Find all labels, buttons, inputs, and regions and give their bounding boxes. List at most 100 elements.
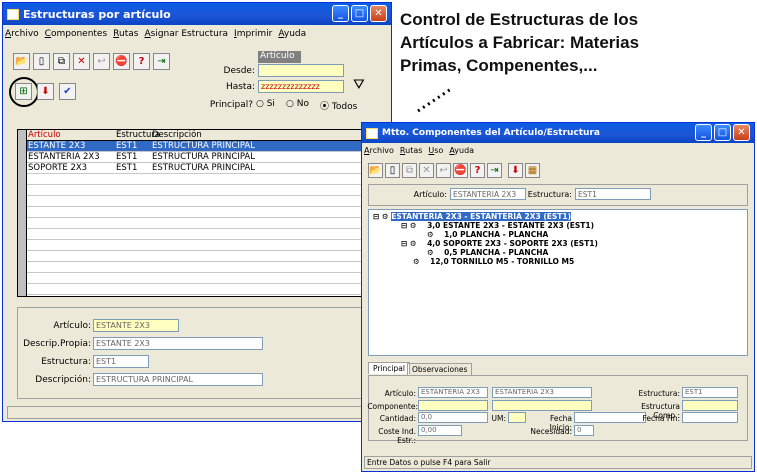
title-bar: Mtto. Componentes del Artículo/Estructur… (362, 123, 754, 143)
help-icon[interactable]: ? (133, 53, 150, 70)
minimize-button[interactable]: _ (332, 5, 349, 22)
detail-articulo-input[interactable]: ESTANTE 2X3 (93, 319, 179, 332)
tree-node-label: 0,5 PLANCHA - PLANCHA (444, 248, 549, 257)
menu-ayuda[interactable]: Ayuda (449, 146, 474, 155)
maximize-button[interactable]: □ (351, 5, 368, 22)
help-icon[interactable]: ? (470, 163, 485, 178)
articulo-input[interactable]: ESTANTERIA 2X3 (450, 188, 526, 200)
tree-node-label: 12,0 TORNILLO M5 - TORNILLO M5 (430, 257, 575, 266)
hasta-input[interactable]: zzzzzzzzzzzzzz (258, 80, 344, 93)
table-row[interactable] (27, 218, 376, 229)
cell-descripcion: ESTRUCTURA PRINCIPAL (152, 163, 255, 173)
form-articulo-desc[interactable]: ESTANTERIA 2X3 (492, 387, 592, 398)
menu-rutas[interactable]: Rutas (113, 29, 138, 39)
cantidad-label: Cantidad: (379, 414, 416, 423)
menu-imprimir[interactable]: Imprimir (234, 29, 272, 39)
new-icon[interactable]: ▯ (33, 53, 50, 70)
stop-icon[interactable]: ⛔ (113, 53, 130, 70)
radio-no[interactable]: ○ No (286, 99, 309, 109)
cell-descripcion: ESTRUCTURA PRINCIPAL (152, 152, 255, 162)
desde-input[interactable] (258, 64, 344, 77)
delete-icon[interactable]: ✕ (73, 53, 90, 70)
menu-ayuda[interactable]: Ayuda (278, 29, 306, 39)
cantidad-input[interactable]: 0,0 (418, 412, 488, 423)
tree-node[interactable]: ⊟ ⚙ 4,0 SOPORTE 2X3 - SOPORTE 2X3 (EST1) (401, 239, 598, 248)
detail-descrip-input[interactable]: ESTANTE 2X3 (93, 337, 263, 350)
tab-principal[interactable]: Principal (368, 362, 410, 374)
minimize-button[interactable]: _ (695, 124, 712, 141)
package-icon[interactable]: ▦ (525, 163, 540, 178)
open-icon[interactable]: 📂 (368, 163, 383, 178)
col-articulo[interactable]: Artículo (28, 130, 61, 140)
componente-desc-input[interactable] (492, 400, 592, 411)
table-row[interactable]: SOPORTE 2X3 EST1 ESTRUCTURA PRINCIPAL (27, 163, 376, 174)
close-button[interactable]: ✕ (733, 124, 750, 141)
tab-observaciones[interactable]: Observaciones (407, 363, 473, 375)
principal-label: Principal? (209, 100, 253, 110)
tree-node[interactable]: ⊟ ⚙ ESTANTERIA 2X3 - ESTANTERIA 2X3 (EST… (373, 212, 572, 221)
menu-archivo[interactable]: Archivo (364, 146, 394, 155)
caption-line-2: Artículos a Fabricar: Materias (400, 33, 640, 52)
detail-descripcion-input[interactable]: ESTRUCTURA PRINCIPAL (93, 373, 263, 386)
exit-icon[interactable]: ⇥ (153, 53, 170, 70)
menu-archivo[interactable]: Archivo (5, 29, 39, 39)
table-row[interactable]: ESTANTERIA 2X3 EST1 ESTRUCTURA PRINCIPAL (27, 152, 376, 163)
table-row[interactable] (27, 174, 376, 185)
tree-node[interactable]: ⊟ ⚙ 3,0 ESTANTE 2X3 - ESTANTE 2X3 (EST1) (401, 221, 594, 230)
table-row[interactable] (27, 240, 376, 251)
undo-icon[interactable]: ↩ (436, 163, 451, 178)
form-estructura-label: Estructura: (638, 389, 680, 398)
menu-componentes[interactable]: Componentes (45, 29, 108, 39)
arrow-select-icon[interactable]: ⛛ (353, 77, 373, 95)
menu-uso[interactable]: Uso (428, 146, 443, 155)
estructura-input[interactable]: EST1 (575, 188, 651, 200)
new-icon[interactable]: ▯ (385, 163, 400, 178)
table-row[interactable] (27, 273, 376, 284)
tree-node[interactable]: ⚙ 0,5 PLANCHA - PLANCHA (427, 248, 548, 257)
maximize-button[interactable]: □ (714, 124, 731, 141)
detail-estructura-input[interactable]: EST1 (93, 355, 149, 368)
tree-node[interactable]: ⚙ 1,0 PLANCHA - PLANCHA (427, 230, 548, 239)
table-row[interactable] (27, 185, 376, 196)
undo-icon[interactable]: ↩ (93, 53, 110, 70)
window-title: Estructuras por artículo (23, 7, 171, 21)
radio-si[interactable]: ○ Si (256, 99, 275, 109)
menu-asignar-estructura[interactable]: Asignar Estructura (144, 29, 228, 39)
estructura-comp-input[interactable] (682, 400, 738, 411)
coste-input[interactable]: 0,00 (418, 425, 462, 436)
hasta-label: Hasta: (225, 82, 255, 92)
col-descripcion[interactable]: Descripción (152, 130, 202, 140)
components-icon[interactable]: ⊞ (15, 83, 32, 100)
tree-node[interactable]: ⚙ 12,0 TORNILLO M5 - TORNILLO M5 (413, 257, 574, 266)
caption-line-3: Primas, Compenentes,... (400, 56, 598, 75)
table-row[interactable] (27, 196, 376, 207)
stop-icon[interactable]: ⛔ (453, 163, 468, 178)
exit-icon[interactable]: ⇥ (487, 163, 502, 178)
form-articulo-code[interactable]: ESTANTERIA 2X3 (418, 387, 488, 398)
check-icon[interactable]: ✔ (59, 83, 76, 100)
table-row[interactable] (27, 229, 376, 240)
assign-icon[interactable]: ⬇ (37, 83, 54, 100)
componente-input[interactable] (418, 400, 488, 411)
radio-todos[interactable]: ⦿ Todos (320, 99, 357, 112)
necesidad-input[interactable]: 0 (574, 425, 594, 436)
copy-icon[interactable]: ⧉ (402, 163, 417, 178)
table-row[interactable] (27, 284, 376, 295)
table-row[interactable] (27, 251, 376, 262)
um-input[interactable] (508, 412, 526, 423)
tree-node-label: 4,0 SOPORTE 2X3 - SOPORTE 2X3 (EST1) (427, 239, 598, 248)
title-bar: Estructuras por artículo _ □ ✕ (3, 3, 391, 25)
copy-icon[interactable]: ⧉ (53, 53, 70, 70)
form-articulo-label: Artículo: (384, 389, 416, 398)
coste-label: Coste Ind. Estr.: (378, 427, 416, 445)
assign-icon[interactable]: ⬇ (508, 163, 523, 178)
fecha-fin-input[interactable] (682, 412, 738, 423)
delete-icon[interactable]: ✕ (419, 163, 434, 178)
open-icon[interactable]: 📂 (13, 53, 30, 70)
table-row[interactable] (27, 207, 376, 218)
menu-rutas[interactable]: Rutas (400, 146, 422, 155)
close-button[interactable]: ✕ (370, 5, 387, 22)
table-row[interactable]: ESTANTE 2X3 EST1 ESTRUCTURA PRINCIPAL (27, 141, 376, 152)
form-estructura-input[interactable]: EST1 (682, 387, 738, 398)
table-row[interactable] (27, 262, 376, 273)
